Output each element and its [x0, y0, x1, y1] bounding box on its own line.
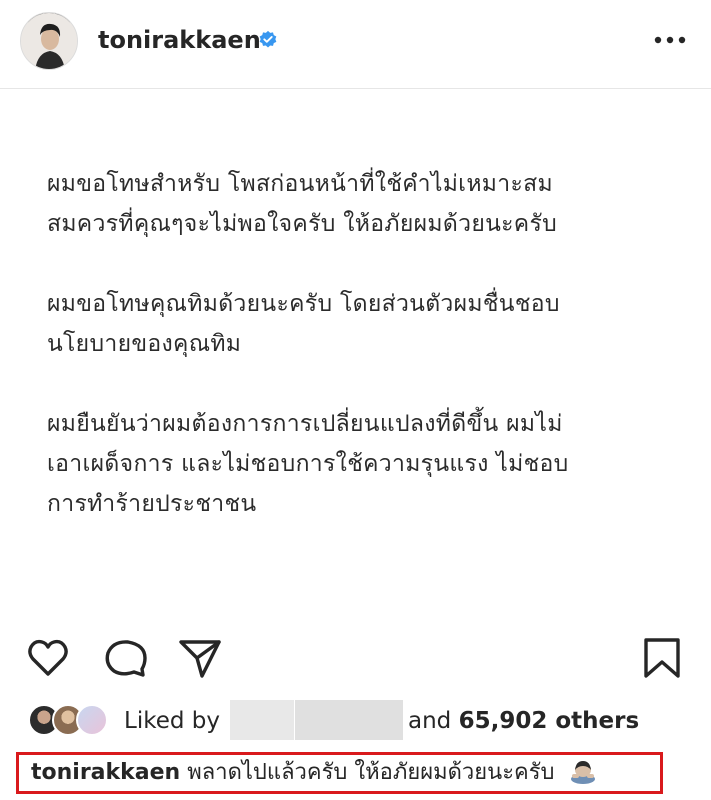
post-header: tonirakkaen — [0, 0, 711, 89]
bookmark-icon[interactable] — [640, 636, 684, 680]
post-paragraph-2: ผมขอโทษคุณทิมด้วยนะครับ โดยส่วนตัวผมชื่น… — [47, 284, 560, 364]
caption-text: พลาดไปแล้วครับ ให้อภัยผมด้วยนะครับ — [187, 760, 555, 785]
post-image[interactable]: ผมขอโทษสำหรับ โพสก่อนหน้าที่ใช้คำไม่เหมา… — [0, 89, 711, 619]
verified-badge-icon — [259, 30, 277, 48]
caption-username[interactable]: tonirakkaen — [31, 760, 180, 785]
post-paragraph-3: ผมยืนยันว่าผมต้องการการเปลี่ยนแปลงที่ดีข… — [47, 404, 569, 524]
liker-avatar[interactable] — [76, 704, 108, 736]
avatar-figure-icon — [21, 13, 77, 69]
redacted-username — [295, 700, 403, 740]
caption-highlight: tonirakkaen พลาดไปแล้วครับ ให้อภัยผมด้วย… — [16, 752, 663, 794]
post-line: ผมยืนยันว่าผมต้องการการเปลี่ยนแปลงที่ดีข… — [47, 411, 563, 437]
post-line: ผมขอโทษสำหรับ โพสก่อนหน้าที่ใช้คำไม่เหมา… — [47, 171, 553, 197]
person-bowing-emoji-icon — [570, 761, 595, 784]
post-line: เอาเผด็จการ และไม่ชอบการใช้ความรุนแรง ไม… — [47, 451, 569, 477]
post-line: นโยบายของคุณทิม — [47, 331, 242, 357]
send-icon[interactable] — [178, 636, 222, 680]
post-username[interactable]: tonirakkaen — [98, 24, 261, 56]
likes-row: Liked by and 65,902 others — [28, 700, 698, 744]
action-bar — [0, 630, 711, 686]
post-paragraph-1: ผมขอโทษสำหรับ โพสก่อนหน้าที่ใช้คำไม่เหมา… — [47, 164, 557, 244]
post-line: สมควรที่คุณๆจะไม่พอใจครับ ให้อภัยผมด้วยน… — [47, 211, 558, 237]
profile-avatar[interactable] — [20, 12, 78, 70]
and-label: and — [408, 708, 452, 734]
likes-count[interactable]: and 65,902 others — [408, 706, 639, 736]
comment-icon[interactable] — [104, 636, 148, 680]
redacted-username — [230, 700, 294, 740]
likes-count-text: 65,902 others — [458, 708, 640, 734]
liked-by-label: Liked by — [124, 708, 220, 734]
post-line: การทำร้ายประชาชน — [47, 491, 257, 517]
heart-icon[interactable] — [26, 636, 70, 680]
more-horizontal-icon[interactable] — [654, 34, 686, 46]
post-line: ผมขอโทษคุณทิมด้วยนะครับ โดยส่วนตัวผมชื่น… — [47, 291, 560, 317]
